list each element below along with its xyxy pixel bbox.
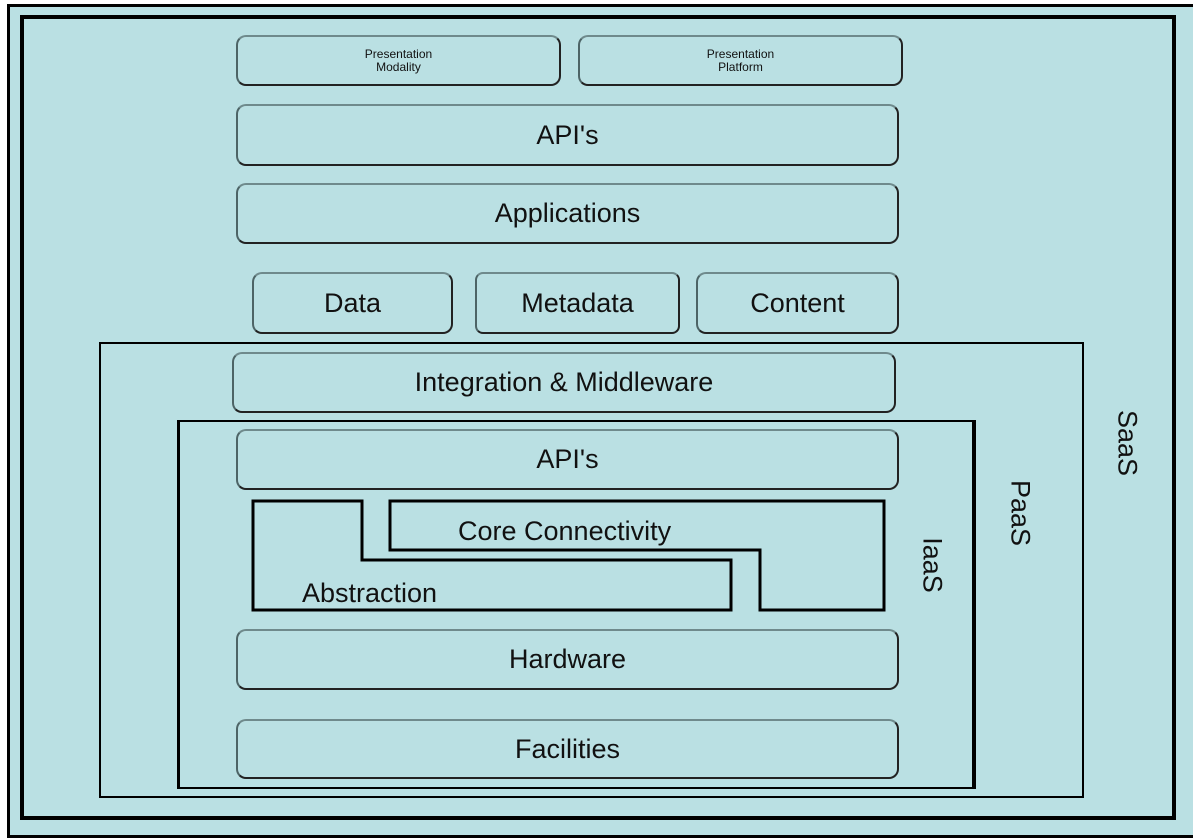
paas-label: PaaS [1005,479,1036,547]
saas-label: SaaS [1112,409,1143,477]
iaas-interlocking-shapes [251,499,886,612]
facilities-label: Facilities [514,733,621,764]
abstraction-label: Abstraction [302,578,438,608]
hardware-box: Hardware [236,629,899,690]
facilities-box: Facilities [236,719,899,779]
hardware-label: Hardware [508,644,627,674]
core-connectivity-label: Core Connectivity [458,516,672,546]
iaas-label: IaaS [917,537,948,593]
